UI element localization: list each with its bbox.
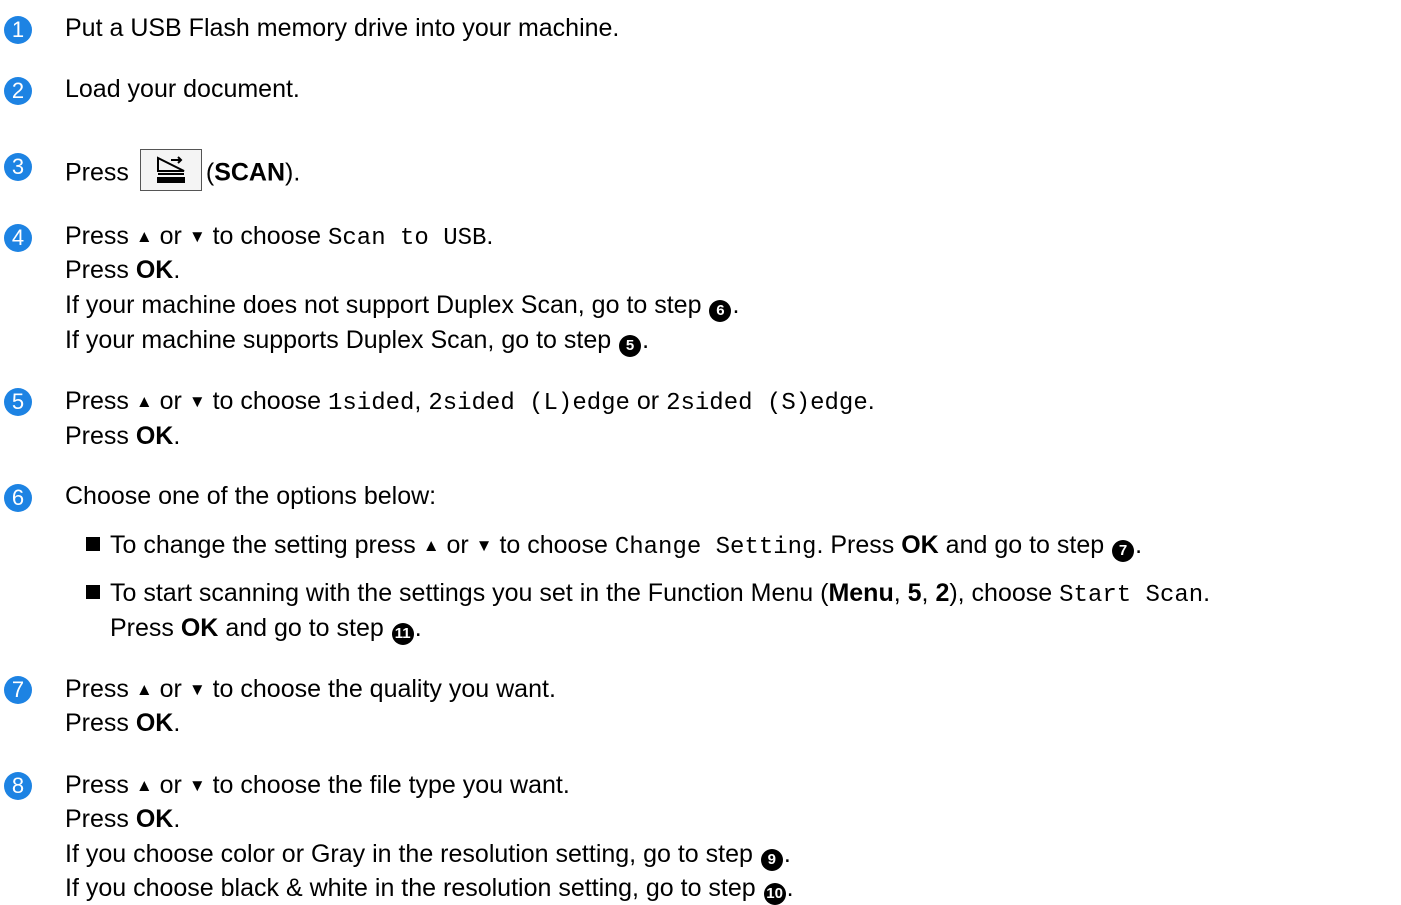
down-arrow-icon: ▼ <box>188 776 206 795</box>
step-ref-badge: 5 <box>619 335 642 357</box>
step-number: 6 <box>4 484 32 512</box>
step-line: Press OK. <box>65 805 181 833</box>
step-line: Press ▲ or ▼ to choose the file type you… <box>65 771 570 799</box>
step-ref-badge: 10 <box>763 883 786 905</box>
step-line: Press OK. <box>65 256 181 284</box>
step-text: Put a USB Flash memory drive into your m… <box>65 14 620 42</box>
scan-button-icon <box>139 149 202 191</box>
step-line: Press OK. <box>65 422 181 450</box>
step-line: Press OK. <box>65 709 181 737</box>
bullet-icon <box>86 537 100 551</box>
step-ref-badge: 7 <box>1112 540 1135 562</box>
step-number: 1 <box>4 16 32 44</box>
step-line: Press ▲ or ▼ to choose Scan to USB. <box>65 222 494 252</box>
step-ref-badge: 9 <box>760 849 783 871</box>
bullet-icon <box>86 585 100 599</box>
step-number: 5 <box>4 388 32 416</box>
up-arrow-icon: ▲ <box>135 680 153 699</box>
step-ref-badge: 6 <box>709 300 732 322</box>
list-item: To change the setting press ▲ or ▼ to ch… <box>86 531 1142 562</box>
step-line: Press ▲ or ▼ to choose 1sided, 2sided (L… <box>65 387 875 417</box>
down-arrow-icon: ▼ <box>188 680 206 699</box>
step-line: If you choose black & white in the resol… <box>65 874 794 905</box>
list-item-continuation: Press OK and go to step 11. <box>110 614 422 645</box>
step-line: If you choose color or Gray in the resol… <box>65 840 791 871</box>
step-text: Choose one of the options below: <box>65 482 437 510</box>
down-arrow-icon: ▼ <box>188 392 206 411</box>
up-arrow-icon: ▲ <box>135 392 153 411</box>
step-line: Press ▲ or ▼ to choose the quality you w… <box>65 675 556 703</box>
step-number: 4 <box>4 224 32 252</box>
step-text: Load your document. <box>65 75 300 103</box>
step-line: If your machine supports Duplex Scan, go… <box>65 326 649 357</box>
list-item: To start scanning with the settings you … <box>86 579 1210 610</box>
step-number: 3 <box>4 153 32 181</box>
down-arrow-icon: ▼ <box>475 536 493 555</box>
step-number: 8 <box>4 772 32 800</box>
step-text: Press (SCAN). <box>65 149 300 195</box>
step-number: 7 <box>4 676 32 704</box>
down-arrow-icon: ▼ <box>188 227 206 246</box>
step-line: If your machine does not support Duplex … <box>65 291 739 322</box>
up-arrow-icon: ▲ <box>422 536 440 555</box>
up-arrow-icon: ▲ <box>135 776 153 795</box>
step-number: 2 <box>4 77 32 105</box>
up-arrow-icon: ▲ <box>135 227 153 246</box>
step-ref-badge: 11 <box>391 623 414 645</box>
